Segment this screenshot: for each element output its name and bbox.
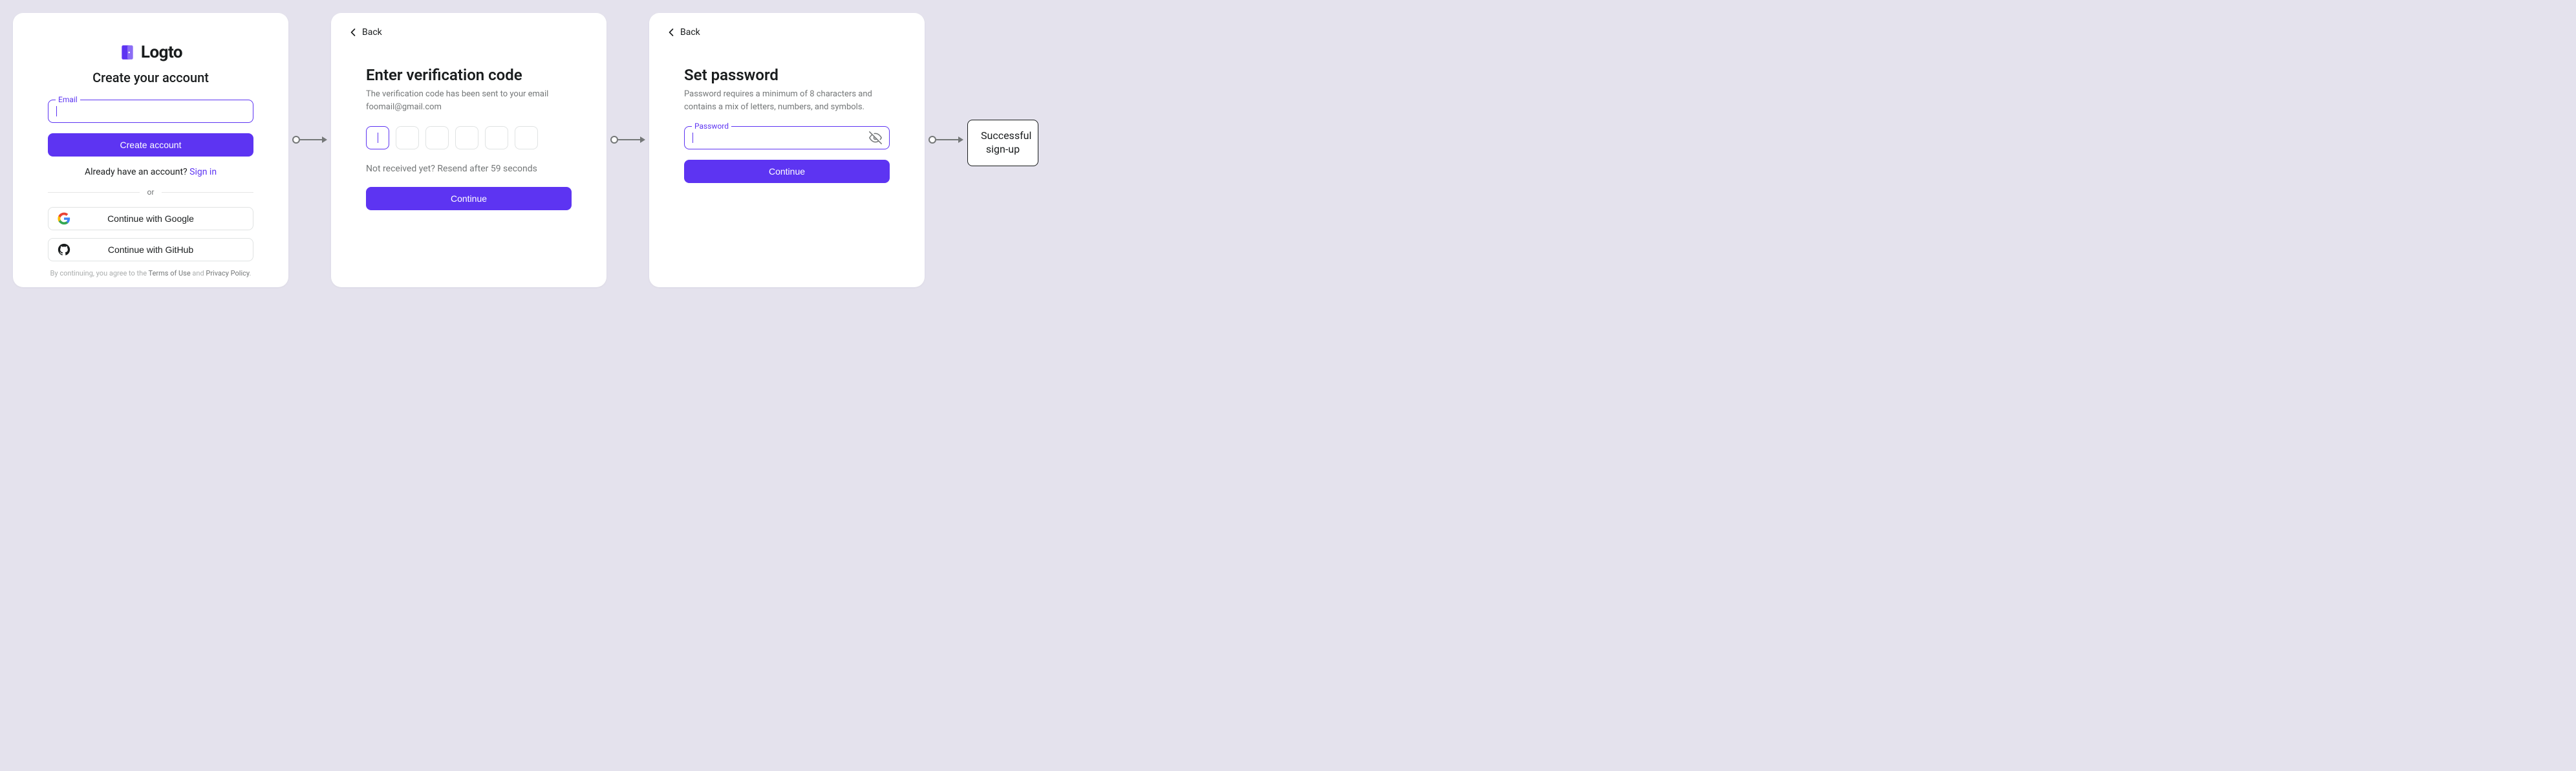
- code-digit-3[interactable]: [425, 126, 449, 149]
- page-title: Enter verification code: [366, 66, 572, 84]
- google-signin-button[interactable]: Continue with Google: [48, 207, 253, 230]
- email-label: Email: [56, 95, 80, 104]
- verification-email: foomail@gmail.com: [366, 102, 442, 112]
- flow-arrow: [925, 136, 967, 144]
- page-title: Set password: [684, 66, 890, 84]
- signin-prefix: Already have an account?: [85, 167, 189, 177]
- verification-desc: The verification code has been sent to y…: [366, 88, 572, 113]
- chevron-left-icon: [665, 26, 678, 39]
- terms-of-use-link[interactable]: Terms of Use: [149, 269, 191, 277]
- email-field-wrap: Email: [48, 100, 253, 123]
- back-button[interactable]: Back: [649, 13, 925, 39]
- back-label: Back: [362, 27, 382, 38]
- code-digit-1[interactable]: [366, 126, 389, 149]
- password-card: Back Set password Password requires a mi…: [649, 13, 925, 287]
- terms-text: By continuing, you agree to the Terms of…: [48, 269, 253, 277]
- privacy-policy-link[interactable]: Privacy Policy: [206, 269, 249, 277]
- code-digit-6[interactable]: [515, 126, 538, 149]
- google-icon: [58, 212, 70, 225]
- divider: or: [48, 188, 253, 197]
- code-digit-5[interactable]: [485, 126, 508, 149]
- flow-arrow: [288, 136, 331, 144]
- divider-line: [162, 192, 253, 193]
- github-btn-label: Continue with GitHub: [108, 244, 193, 255]
- password-field-wrap: Password: [684, 126, 890, 149]
- password-label: Password: [692, 122, 731, 131]
- verification-card: Back Enter verification code The verific…: [331, 13, 606, 287]
- brand-row: Logto: [48, 43, 253, 62]
- eye-off-icon[interactable]: [869, 131, 882, 144]
- signin-switch: Already have an account? Sign in: [48, 167, 253, 177]
- code-input-row: [366, 126, 572, 149]
- signup-card: Logto Create your account Email Create a…: [13, 13, 288, 287]
- continue-button[interactable]: Continue: [366, 187, 572, 210]
- flow-arrow: [606, 136, 649, 144]
- back-label: Back: [680, 27, 700, 38]
- github-icon: [58, 243, 70, 256]
- signin-link[interactable]: Sign in: [189, 167, 217, 177]
- password-desc: Password requires a minimum of 8 charact…: [684, 88, 890, 113]
- google-btn-label: Continue with Google: [107, 213, 194, 224]
- code-digit-2[interactable]: [396, 126, 419, 149]
- resend-text: Not received yet? Resend after 59 second…: [366, 164, 572, 174]
- logto-logo-icon: [119, 44, 136, 61]
- create-account-button[interactable]: Create account: [48, 133, 253, 157]
- success-box: Successful sign-up: [967, 120, 1038, 166]
- chevron-left-icon: [347, 26, 360, 39]
- divider-line: [48, 192, 140, 193]
- github-signin-button[interactable]: Continue with GitHub: [48, 238, 253, 261]
- divider-text: or: [147, 188, 155, 197]
- back-button[interactable]: Back: [331, 13, 606, 39]
- code-digit-4[interactable]: [455, 126, 478, 149]
- continue-button[interactable]: Continue: [684, 160, 890, 183]
- brand-name: Logto: [141, 43, 182, 62]
- page-title: Create your account: [48, 70, 253, 85]
- text-cursor: [692, 133, 693, 143]
- text-cursor: [56, 106, 57, 116]
